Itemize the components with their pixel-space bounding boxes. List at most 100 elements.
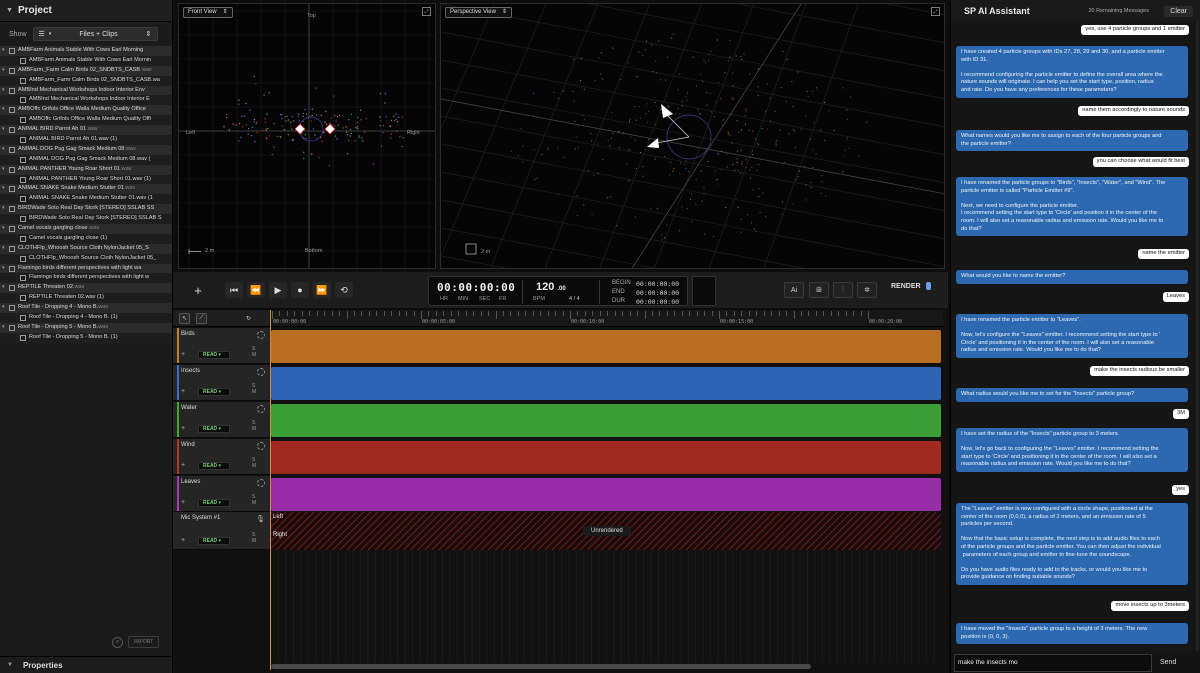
project-header[interactable]: ▼ Project <box>0 0 172 22</box>
ai-button[interactable]: Ai <box>784 282 804 298</box>
file-tree-clip[interactable]: Flamingo birds different perspectives wi… <box>0 273 172 284</box>
add-icon[interactable]: + <box>189 282 207 298</box>
add-icon[interactable]: + <box>181 425 185 432</box>
solo-mute-buttons[interactable]: S M <box>252 346 270 358</box>
add-icon[interactable]: + <box>181 499 185 506</box>
file-tree-clip[interactable]: BIRDWade Soto Real Day Stork [STEREO] SS… <box>0 214 172 225</box>
track-lane-water[interactable] <box>271 404 941 437</box>
collapse-arrow-icon[interactable]: ▼ <box>7 662 13 668</box>
send-button[interactable]: Send <box>1160 659 1176 666</box>
expand-arrow-icon[interactable]: ▾ <box>2 66 9 76</box>
rewind-icon[interactable]: ⏪ <box>247 282 265 298</box>
expand-arrow-icon[interactable]: ▾ <box>2 224 9 234</box>
file-tree-clip[interactable]: ANIMAL BIRD Parrot Ah 01.wav (1) <box>0 135 172 145</box>
playhead[interactable] <box>270 310 271 670</box>
file-tree-item[interactable]: ▾ Roof Tile - Dropping 4 - Mono B. wav <box>0 303 172 314</box>
file-tree-item[interactable]: ▾ BIRDWade Soto Real Day Stork [STEREO] S… <box>0 204 172 215</box>
track-header[interactable]: Leaves + READ ▾ S M <box>173 476 270 512</box>
dur-value[interactable]: 00:00:00:00 <box>636 298 679 306</box>
expand-arrow-icon[interactable]: ▾ <box>2 46 9 56</box>
file-tree-clip[interactable]: ANIMAL SNAKE Snake Medium Stutter 01.wav… <box>0 194 172 205</box>
search-icon[interactable]: ⌕ <box>112 636 123 648</box>
clear-button[interactable]: Clear <box>1164 5 1193 17</box>
render-button[interactable]: RENDER <box>891 282 931 290</box>
file-tree-clip[interactable]: AMBOffc Grifols Office Walla Medium Qual… <box>0 115 172 126</box>
begin-value[interactable]: 00:00:00:00 <box>636 280 679 288</box>
track-header[interactable]: Water + READ ▾ S M <box>173 402 270 438</box>
expand-arrow-icon[interactable]: ▾ <box>2 303 9 313</box>
slice-tool-icon[interactable]: ⟋ <box>196 312 207 324</box>
read-mode-select[interactable]: READ ▾ <box>198 499 230 507</box>
end-value[interactable]: 00:00:00:00 <box>636 289 679 297</box>
file-tree-item[interactable]: ▾ ANIMAL DOG Pug Gag Smack Medium 08 .wav <box>0 144 172 155</box>
solo-mute-buttons[interactable]: S M <box>252 420 270 432</box>
mixer-icon[interactable]: ⫶ <box>833 282 853 298</box>
pointer-tool-icon[interactable]: ↖ <box>179 312 190 324</box>
add-icon[interactable]: + <box>181 388 185 395</box>
file-tree-item[interactable]: ▾ Flamingo birds different perspectives w… <box>0 263 172 274</box>
add-icon[interactable]: + <box>181 351 185 358</box>
expand-arrow-icon[interactable]: ▾ <box>2 204 9 214</box>
solo-mute-buttons[interactable]: S M <box>252 532 270 544</box>
read-mode-select[interactable]: READ ▾ <box>198 425 230 433</box>
expand-arrow-icon[interactable]: ▾ <box>2 184 9 194</box>
solo-mute-buttons[interactable]: S M <box>252 383 270 395</box>
routing-icon[interactable]: ⊞ <box>809 282 829 298</box>
loop-icon[interactable]: ⟲ <box>335 282 353 298</box>
file-tree-item[interactable]: ▾ Roof Tile - Dropping 5 - Mono B. wav <box>0 322 172 333</box>
add-icon[interactable]: + <box>181 537 185 544</box>
file-tree-clip[interactable]: AMBFarm_Farm Calm Birds 02_SNDBTS_CASB.w… <box>0 75 172 86</box>
file-tree-clip[interactable]: CLOTHFlp_Whoosh Source Cloth NylonJacket… <box>0 253 172 264</box>
file-tree-item[interactable]: ▾ ANIMAL BIRD Parrot Ah 01 .wav <box>0 125 172 136</box>
chat-input[interactable] <box>954 653 1152 672</box>
time-signature[interactable]: 4 / 4 <box>569 296 580 302</box>
file-tree-item[interactable]: ▾ AMBFarm Animals Stable With Cows Earl M… <box>0 46 172 56</box>
expand-arrow-icon[interactable]: ▾ <box>2 323 9 333</box>
file-tree-clip[interactable]: Camel vocals gargling close (1) <box>0 233 172 244</box>
read-mode-select[interactable]: READ ▾ <box>198 388 230 396</box>
play-icon[interactable]: ▶ <box>269 282 287 298</box>
track-header[interactable]: Insects + READ ▾ S M <box>173 365 270 401</box>
file-tree-clip[interactable]: Roof Tile - Dropping 5 - Mono B. (1) <box>0 332 172 343</box>
file-tree-item[interactable]: ▾ AMBInd Mechanical Workshops Indoor Inte… <box>0 85 172 96</box>
expand-arrow-icon[interactable]: ▾ <box>2 145 9 155</box>
solo-mute-buttons[interactable]: S M <box>252 494 270 506</box>
track-header[interactable]: Wind + READ ▾ S M <box>173 439 270 475</box>
perspective-view-select[interactable]: Perspective View ⇕ <box>445 7 512 18</box>
time-ruler[interactable]: 00:00:00:00 00:00:05:00 00:00:10:00 00:00:1… <box>270 310 943 327</box>
expand-arrow-icon[interactable]: ▾ <box>2 165 9 175</box>
perspective-viewport[interactable]: Perspective View ⇕ ⤢ 2 m <box>440 3 945 269</box>
expand-arrow-icon[interactable]: ▾ <box>2 86 9 96</box>
track-lane-insects[interactable] <box>271 367 941 400</box>
expand-arrow-icon[interactable]: ▾ <box>2 105 9 115</box>
file-tree-item[interactable]: ▾ CLOTHFlp_Whoosh Source Cloth NylonJacke… <box>0 243 172 254</box>
track-lane-leaves[interactable] <box>271 478 941 511</box>
front-viewport[interactable]: Front View ⇕ ⤢ Top Bottom Left Right 2 m <box>178 3 436 269</box>
fast-forward-icon[interactable]: ⏩ <box>313 282 331 298</box>
file-tree-item[interactable]: ▾ ANIMAL PANTHER Young Roar Short 01 .wav <box>0 164 172 175</box>
file-tree-item[interactable]: ▾ AMBFarm_Farm Calm Birds 02_SNDBTS_CASB.… <box>0 65 172 76</box>
maximize-icon[interactable]: ⤢ <box>931 7 940 16</box>
import-button[interactable]: IMPORT <box>128 636 160 648</box>
maximize-icon[interactable]: ⤢ <box>422 7 431 16</box>
settings-gear-icon[interactable]: ✲ <box>857 282 877 298</box>
mic-track-header[interactable]: Mic System #1 🎙 + READ ▾ S M <box>173 512 270 550</box>
track-lane-birds[interactable] <box>271 330 941 363</box>
track-lane-wind[interactable] <box>271 441 941 474</box>
file-tree-clip[interactable]: REPTILE Threaten 02.wav (1) <box>0 293 172 304</box>
snap-icon[interactable]: ↻ <box>243 313 254 324</box>
file-tree-clip[interactable]: ANIMAL DOG Pug Gag Smack Medium 08.wav ( <box>0 154 172 165</box>
file-tree-item[interactable]: ▾ ANIMAL SNAKE Snake Medium Stutter 01 .wa… <box>0 184 172 195</box>
file-tree-item[interactable]: ▾ Camel vocals gargling close .wav <box>0 224 172 234</box>
file-tree-clip[interactable]: Roof Tile - Dropping 4 - Mono B. (1) <box>0 313 172 323</box>
bpm-value[interactable]: 120.00 <box>536 281 566 293</box>
file-tree-item[interactable]: ▾ AMBOffc Grifols Office Walla Medium Qua… <box>0 105 172 116</box>
file-tree-item[interactable]: ▾ REPTILE Threaten 02 .wav <box>0 283 172 294</box>
expand-arrow-icon[interactable]: ▾ <box>2 125 9 135</box>
filter-select[interactable]: ☰ ▾ Files + Clips ⇕ <box>32 27 158 41</box>
add-icon[interactable]: + <box>181 462 185 469</box>
expand-arrow-icon[interactable]: ▾ <box>2 283 9 293</box>
read-mode-select[interactable]: READ ▾ <box>198 351 230 359</box>
collapse-arrow-icon[interactable]: ▼ <box>6 7 13 14</box>
chat-scrollbar[interactable] <box>1196 22 1199 650</box>
